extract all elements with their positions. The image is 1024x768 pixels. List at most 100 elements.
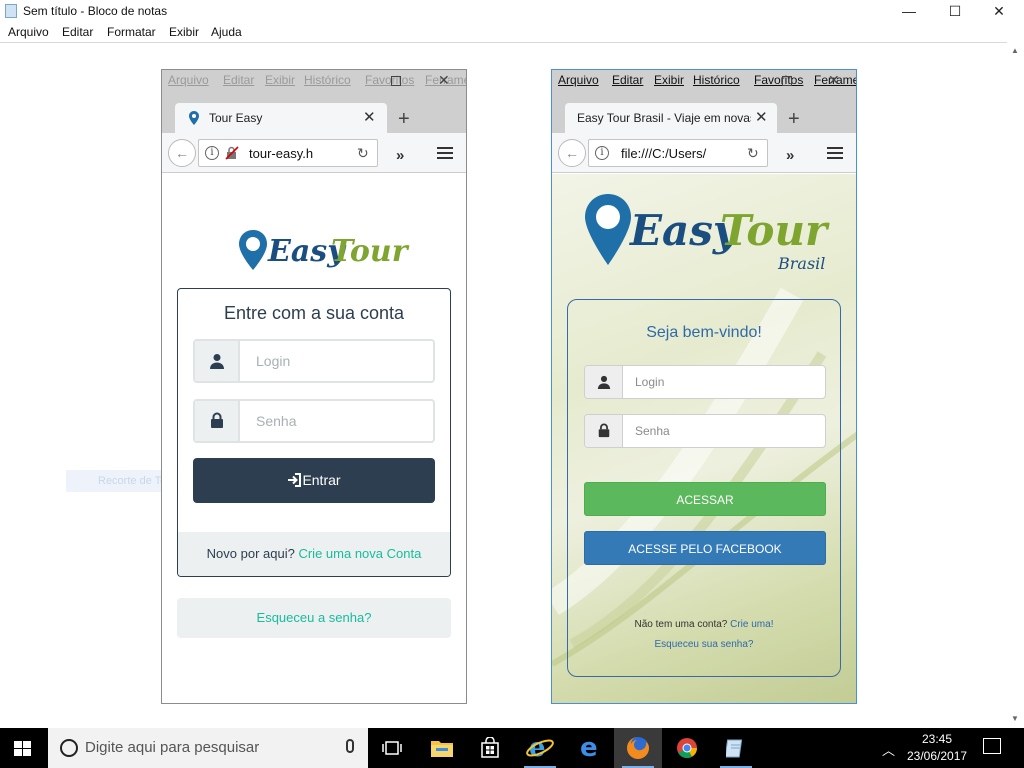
right-facebook-button[interactable]: ACESSE PELO FACEBOOK <box>584 531 826 565</box>
left-login-field[interactable]: Login <box>193 339 435 383</box>
left-menu-historico[interactable]: Histórico <box>304 73 351 87</box>
left-menu-favoritos[interactable]: Favoritos <box>365 73 414 87</box>
left-overflow-chevron-icon[interactable]: » <box>396 147 404 164</box>
menu-formatar[interactable]: Formatar <box>107 25 156 39</box>
left-card-footer: Novo por aqui? Crie uma nova Conta <box>178 532 450 576</box>
right-menu-historico[interactable]: Histórico <box>693 73 740 87</box>
right-menu-editar[interactable]: Editar <box>612 73 643 87</box>
task-view-icon[interactable] <box>368 728 416 768</box>
right-info-icon[interactable]: i <box>595 146 609 160</box>
sign-in-icon <box>288 473 302 487</box>
clock-time[interactable]: 23:45 <box>922 732 952 746</box>
file-explorer-icon[interactable] <box>418 728 466 768</box>
menu-editar[interactable]: Editar <box>62 25 93 39</box>
right-tab-title: Easy Tour Brasil - Viaje em novas <box>577 111 751 125</box>
cortana-circle-icon <box>60 739 78 757</box>
right-forgot-password-link[interactable]: Esqueceu sua senha? <box>655 639 754 650</box>
insecure-lock-icon[interactable] <box>225 146 239 160</box>
left-navbar: ← i tour-easy.h ↻ » <box>162 133 466 173</box>
right-tab[interactable]: Easy Tour Brasil - Viaje em novas ✕ <box>565 103 777 133</box>
right-url-bar[interactable]: i file:///C:/Users/ ↻ <box>588 139 768 167</box>
left-card-title: Entre com a sua conta <box>223 303 405 323</box>
store-icon[interactable] <box>466 728 514 768</box>
maximize-button[interactable]: ☐ <box>932 0 978 22</box>
right-tab-close-icon[interactable]: ✕ <box>755 108 768 126</box>
right-menu-favoritos[interactable]: Favoritos <box>754 73 803 87</box>
scroll-down-arrow-icon[interactable]: ▼ <box>1011 714 1019 723</box>
show-hidden-icons-chevron-icon[interactable]: ︿ <box>882 740 895 759</box>
left-maximize-icon[interactable] <box>391 76 401 86</box>
menu-exibir[interactable]: Exibir <box>169 25 199 39</box>
left-back-arrow-icon[interactable]: ← <box>168 139 196 167</box>
left-new-tab-icon[interactable]: + <box>398 108 410 131</box>
left-password-placeholder: Senha <box>256 413 297 429</box>
notepad-menubar: Arquivo Editar Formatar Exibir Ajuda <box>0 22 1024 42</box>
right-tabstrip: Easy Tour Brasil - Viaje em novas ✕ + <box>552 92 856 133</box>
right-reload-icon[interactable]: ↻ <box>747 145 759 162</box>
windows-start-icon[interactable] <box>14 741 32 757</box>
right-hamburger-menu-icon[interactable] <box>827 147 843 162</box>
left-tab[interactable]: Tour Easy ✕ <box>175 103 387 133</box>
taskbar: Digite aqui para pesquisar e e ︿ 23:45 2… <box>0 728 1024 768</box>
user-icon <box>210 354 224 369</box>
taskbar-search-box[interactable]: Digite aqui para pesquisar <box>48 728 368 768</box>
left-tab-close-icon[interactable]: ✕ <box>363 108 376 126</box>
left-url-text: tour-easy.h <box>249 146 314 161</box>
right-overflow-chevron-icon[interactable]: » <box>786 147 794 164</box>
lock-icon <box>598 423 610 438</box>
notepad-titlebar: Sem título - Bloco de notas — ☐ ✕ <box>0 0 1024 22</box>
left-menu-exibir[interactable]: Exibir <box>265 73 295 87</box>
action-center-icon[interactable] <box>983 738 1001 754</box>
microphone-icon[interactable] <box>346 739 354 753</box>
right-password-field[interactable]: Senha <box>584 414 826 448</box>
lock-icon <box>211 412 223 428</box>
taskbar-search-placeholder: Digite aqui para pesquisar <box>85 739 260 756</box>
left-close-icon[interactable]: ✕ <box>438 72 450 89</box>
left-page-content: Easy Tour Entre com a sua conta Login Se… <box>162 174 466 703</box>
left-create-account-link[interactable]: Crie uma nova Conta <box>298 546 421 561</box>
right-login-placeholder: Login <box>635 375 665 389</box>
right-forgot-line: Esqueceu sua senha? <box>568 639 840 650</box>
right-maximize-icon[interactable] <box>782 76 792 86</box>
right-create-account-link[interactable]: Crie uma! <box>730 619 773 630</box>
left-password-field[interactable]: Senha <box>193 399 435 443</box>
left-entrar-button[interactable]: Entrar <box>193 458 435 503</box>
chrome-icon[interactable] <box>663 728 711 768</box>
left-login-placeholder: Login <box>256 353 291 369</box>
left-menu-arquivo[interactable]: Arquivo <box>168 73 209 87</box>
notepad-text-area[interactable] <box>0 42 1024 727</box>
notepad-taskbar-icon[interactable] <box>712 728 760 768</box>
left-forgot-password-button[interactable]: Esqueceu a senha? <box>177 598 451 638</box>
right-login-field[interactable]: Login <box>584 365 826 399</box>
right-close-icon[interactable]: ✕ <box>828 72 840 89</box>
left-info-icon[interactable]: i <box>205 146 219 160</box>
menu-arquivo[interactable]: Arquivo <box>8 25 49 39</box>
right-menu-arquivo[interactable]: Arquivo <box>558 73 599 87</box>
minimize-button[interactable]: — <box>886 0 932 22</box>
edge-icon[interactable]: e <box>566 728 614 768</box>
right-back-arrow-icon[interactable]: ← <box>558 139 586 167</box>
clock-date[interactable]: 23/06/2017 <box>907 749 967 763</box>
close-button[interactable]: ✕ <box>976 0 1022 22</box>
left-easytour-logo: Easy Tour <box>237 228 408 285</box>
right-logo-brasil: Brasil <box>778 254 826 273</box>
right-acessar-button[interactable]: ACESSAR <box>584 482 826 516</box>
right-navbar: ← i file:///C:/Users/ ↻ » <box>552 133 856 173</box>
right-no-account-line: Não tem uma conta? Crie uma! <box>568 619 840 630</box>
menu-ajuda[interactable]: Ajuda <box>211 25 242 39</box>
left-hamburger-menu-icon[interactable] <box>437 147 453 162</box>
vertical-scrollbar[interactable]: ▲ ▼ <box>1007 42 1024 727</box>
right-menu-exibir[interactable]: Exibir <box>654 73 684 87</box>
right-browser-menubar: Arquivo Editar Exibir Histórico Favorito… <box>552 70 856 92</box>
scroll-up-arrow-icon[interactable]: ▲ <box>1011 46 1019 55</box>
user-icon <box>597 375 611 389</box>
firefox-icon[interactable] <box>614 728 662 768</box>
notepad-app-icon <box>5 4 17 18</box>
left-url-bar[interactable]: i tour-easy.h ↻ <box>198 139 378 167</box>
right-new-tab-icon[interactable]: + <box>788 108 800 131</box>
left-menu-editar[interactable]: Editar <box>223 73 254 87</box>
right-page-content: Easy Tour Brasil Seja bem-vindo! Login S… <box>552 174 856 703</box>
internet-explorer-icon[interactable]: e <box>516 728 564 768</box>
left-reload-icon[interactable]: ↻ <box>357 145 369 162</box>
map-pin-icon <box>189 111 199 125</box>
